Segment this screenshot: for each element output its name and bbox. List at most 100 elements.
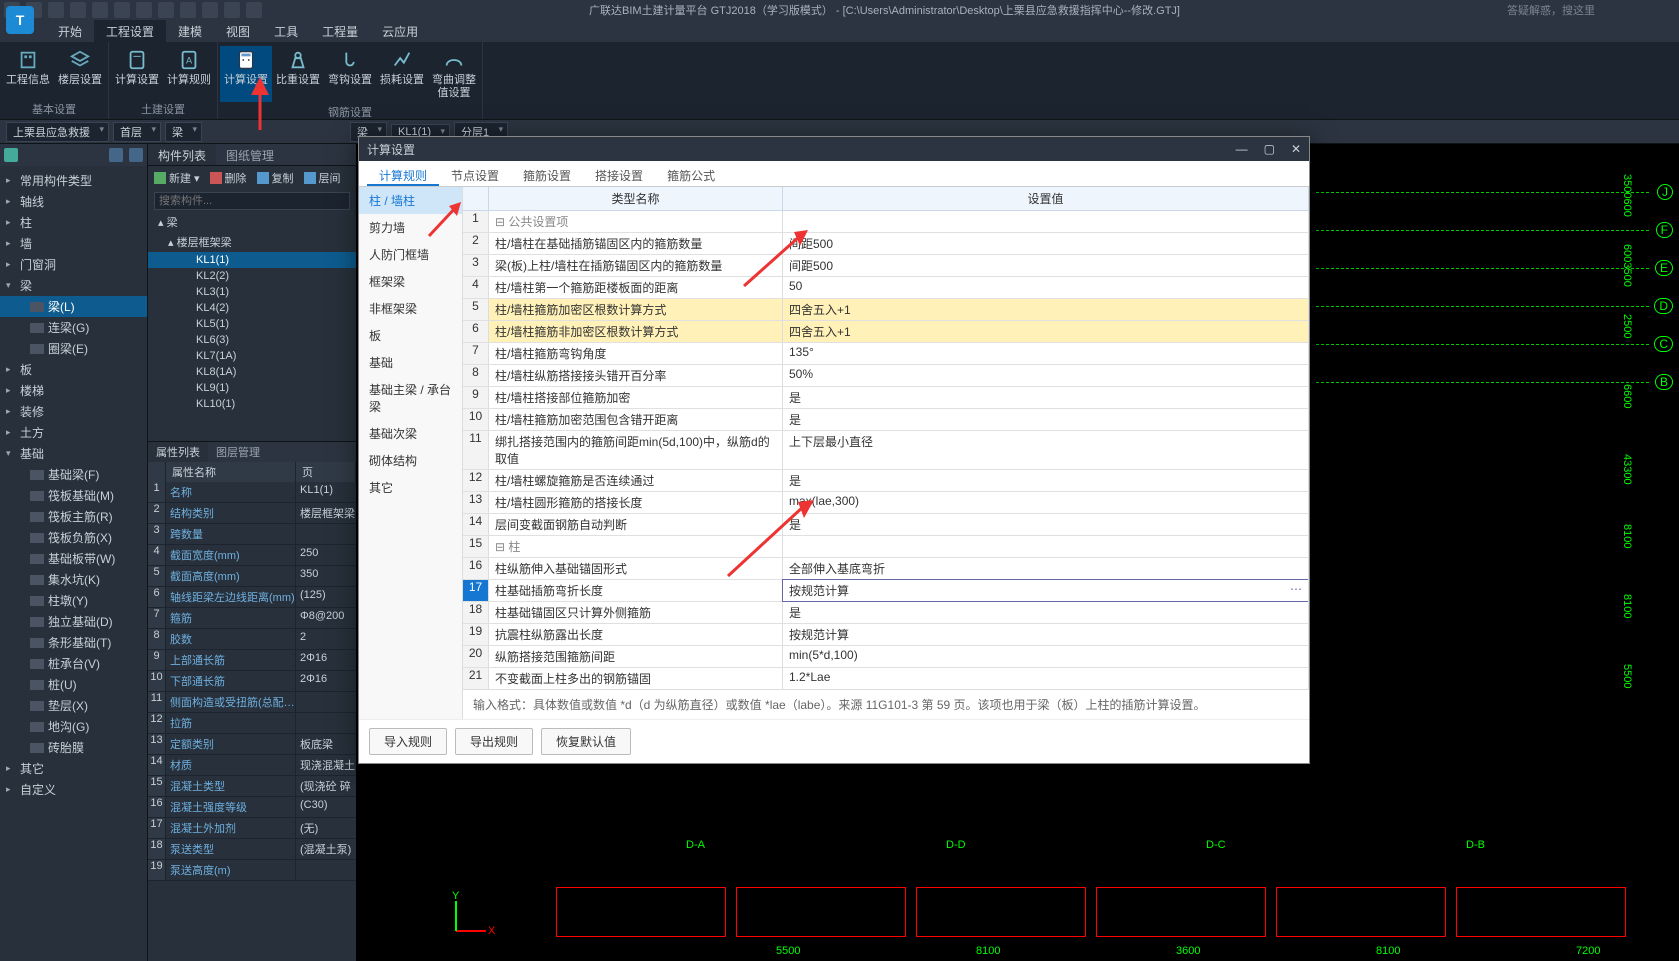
ribbon-计算设置[interactable]: 计算设置 xyxy=(111,46,163,99)
close-icon[interactable]: ✕ xyxy=(1291,142,1301,156)
menu-6[interactable]: 云应用 xyxy=(370,20,430,43)
ctx-project[interactable]: 上栗县应急救援 xyxy=(6,122,109,142)
list-item[interactable]: KL8(1A) xyxy=(148,364,356,380)
minimize-icon[interactable]: — xyxy=(1236,142,1248,156)
btn-new[interactable]: 新建 ▾ xyxy=(154,170,200,186)
tree-条形基础(T)[interactable]: 条形基础(T) xyxy=(0,632,147,653)
list-item[interactable]: KL1(1) xyxy=(148,252,356,268)
cat-7[interactable]: 基础主梁 / 承台梁 xyxy=(359,376,462,420)
table-row[interactable]: 12 柱/墙柱螺旋箍筋是否连续通过是 xyxy=(463,470,1308,492)
ribbon-弯曲调整值设置[interactable]: 弯曲调整值设置 xyxy=(428,46,480,102)
ctx-floor[interactable]: 首层 xyxy=(113,122,161,142)
prop-row[interactable]: 19泵送高度(m) xyxy=(148,860,356,881)
table-row[interactable]: 5 柱/墙柱箍筋加密区根数计算方式四舍五入+1 xyxy=(463,299,1308,321)
ribbon-工程信息[interactable]: 工程信息 xyxy=(2,46,54,99)
cat-5[interactable]: 板 xyxy=(359,322,462,349)
cat-6[interactable]: 基础 xyxy=(359,349,462,376)
prop-row[interactable]: 8胶数2 xyxy=(148,629,356,650)
ribbon-计算设置[interactable]: 计算设置 xyxy=(220,46,272,102)
tree-梁(L)[interactable]: 梁(L) xyxy=(0,296,147,317)
btn-恢复默认值[interactable]: 恢复默认值 xyxy=(541,728,631,755)
mtab-1[interactable]: 节点设置 xyxy=(439,163,511,186)
prop-row[interactable]: 17混凝土外加剂(无) xyxy=(148,818,356,839)
list-item[interactable]: KL5(1) xyxy=(148,316,356,332)
tree-梁[interactable]: ▾梁 xyxy=(0,275,147,296)
cat-0[interactable]: 柱 / 墙柱 xyxy=(359,187,462,214)
table-row[interactable]: 7 柱/墙柱箍筋弯钩角度135° xyxy=(463,343,1308,365)
tree-土方[interactable]: ▸土方 xyxy=(0,422,147,443)
tree-轴线[interactable]: ▸轴线 xyxy=(0,191,147,212)
table-row[interactable]: 9 柱/墙柱搭接部位箍筋加密是 xyxy=(463,387,1308,409)
tree-楼梯[interactable]: ▸楼梯 xyxy=(0,380,147,401)
table-row[interactable]: 14 层间变截面钢筋自动判断是 xyxy=(463,514,1308,536)
tree-圈梁(E)[interactable]: 圈梁(E) xyxy=(0,338,147,359)
prop-row[interactable]: 15混凝土类型(现浇砼 碎 xyxy=(148,776,356,797)
table-row[interactable]: 21 不变截面上柱多出的钢筋锚固1.2*Lae xyxy=(463,668,1308,689)
table-row[interactable]: 10 柱/墙柱箍筋加密范围包含错开距离是 xyxy=(463,409,1308,431)
menu-2[interactable]: 建模 xyxy=(166,20,214,43)
prop-row[interactable]: 3跨数量 xyxy=(148,524,356,545)
tree-柱[interactable]: ▸柱 xyxy=(0,212,147,233)
menu-5[interactable]: 工程量 xyxy=(310,20,370,43)
prop-row[interactable]: 13定额类别板底梁 xyxy=(148,734,356,755)
table-row[interactable]: 17 柱基础插筋弯折长度按规范计算⋯ xyxy=(463,580,1308,602)
tree-集水坑(K)[interactable]: 集水坑(K) xyxy=(0,569,147,590)
quick-access-toolbar[interactable] xyxy=(4,2,262,18)
table-row[interactable]: 2 柱/墙柱在基础插筋锚固区内的箍筋数量间距500 xyxy=(463,233,1308,255)
maximize-icon[interactable]: ▢ xyxy=(1264,142,1275,156)
list-item[interactable]: KL7(1A) xyxy=(148,348,356,364)
tree-常用构件类型[interactable]: ▸常用构件类型 xyxy=(0,170,147,191)
tree-自定义[interactable]: ▸自定义 xyxy=(0,779,147,800)
mtab-2[interactable]: 箍筋设置 xyxy=(511,163,583,186)
prop-row[interactable]: 7箍筋Φ8@200 xyxy=(148,608,356,629)
ribbon-损耗设置[interactable]: 损耗设置 xyxy=(376,46,428,102)
prop-row[interactable]: 6轴线距梁左边线距离(mm)(125) xyxy=(148,587,356,608)
btn-copy[interactable]: 复制 xyxy=(257,170,294,186)
tree-基础[interactable]: ▾基础 xyxy=(0,443,147,464)
tree-地沟(G)[interactable]: 地沟(G) xyxy=(0,716,147,737)
tree-独立基础(D)[interactable]: 独立基础(D) xyxy=(0,611,147,632)
ribbon-计算规则[interactable]: A计算规则 xyxy=(163,46,215,99)
search-input[interactable] xyxy=(154,192,350,210)
cat-1[interactable]: 剪力墙 xyxy=(359,214,462,241)
table-row[interactable]: 20 纵筋搭接范围箍筋间距min(5*d,100) xyxy=(463,646,1308,668)
menu-3[interactable]: 视图 xyxy=(214,20,262,43)
table-row[interactable]: 15⊟ 柱 xyxy=(463,536,1308,558)
menu-4[interactable]: 工具 xyxy=(262,20,310,43)
tree-基础梁(F)[interactable]: 基础梁(F) xyxy=(0,464,147,485)
tree-基础板带(W)[interactable]: 基础板带(W) xyxy=(0,548,147,569)
list-header[interactable]: ▴ 梁 xyxy=(148,212,356,232)
menu-1[interactable]: 工程设置 xyxy=(94,20,166,43)
prop-row[interactable]: 12拉筋 xyxy=(148,713,356,734)
cat-8[interactable]: 基础次梁 xyxy=(359,420,462,447)
tree-筏板主筋(R)[interactable]: 筏板主筋(R) xyxy=(0,506,147,527)
table-row[interactable]: 3 梁(板)上柱/墙柱在插筋锚固区内的箍筋数量间距500 xyxy=(463,255,1308,277)
list-group[interactable]: ▴ 楼层框架梁 xyxy=(148,232,356,252)
tree-墙[interactable]: ▸墙 xyxy=(0,233,147,254)
tree-门窗洞[interactable]: ▸门窗洞 xyxy=(0,254,147,275)
table-row[interactable]: 18 柱基础锚固区只计算外侧箍筋是 xyxy=(463,602,1308,624)
prop-row[interactable]: 14材质现浇混凝土 xyxy=(148,755,356,776)
list-item[interactable]: KL2(2) xyxy=(148,268,356,284)
cat-10[interactable]: 其它 xyxy=(359,474,462,501)
tree-桩承台(V)[interactable]: 桩承台(V) xyxy=(0,653,147,674)
tab-component-list[interactable]: 构件列表 xyxy=(148,144,216,165)
table-row[interactable]: 8 柱/墙柱纵筋搭接接头错开百分率50% xyxy=(463,365,1308,387)
btn-导出规则[interactable]: 导出规则 xyxy=(455,728,533,755)
prop-row[interactable]: 18泵送类型(混凝土泵) xyxy=(148,839,356,860)
prop-row[interactable]: 16混凝土强度等级(C30) xyxy=(148,797,356,818)
table-row[interactable]: 1⊟ 公共设置项 xyxy=(463,211,1308,233)
list-item[interactable]: KL4(2) xyxy=(148,300,356,316)
tree-其它[interactable]: ▸其它 xyxy=(0,758,147,779)
cat-9[interactable]: 砌体结构 xyxy=(359,447,462,474)
table-row[interactable]: 4 柱/墙柱第一个箍筋距楼板面的距离50 xyxy=(463,277,1308,299)
ctx-type1[interactable]: 梁 xyxy=(165,122,202,142)
cat-3[interactable]: 框架梁 xyxy=(359,268,462,295)
list-item[interactable]: KL3(1) xyxy=(148,284,356,300)
ribbon-比重设置[interactable]: 比重设置 xyxy=(272,46,324,102)
prop-row[interactable]: 1名称KL1(1) xyxy=(148,482,356,503)
table-row[interactable]: 13 柱/墙柱圆形箍筋的搭接长度max(lae,300) xyxy=(463,492,1308,514)
mtab-0[interactable]: 计算规则 xyxy=(367,163,439,186)
menu-0[interactable]: 开始 xyxy=(46,20,94,43)
tree-砖胎膜[interactable]: 砖胎膜 xyxy=(0,737,147,758)
